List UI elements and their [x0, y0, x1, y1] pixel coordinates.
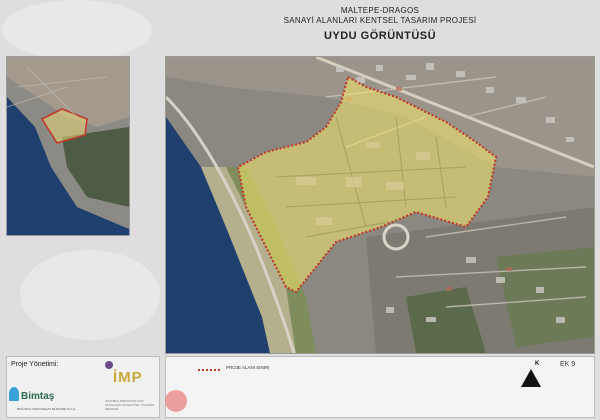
- title-project-area: MALTEPE-DRAGOS: [340, 6, 420, 15]
- imp-subtitle: İSTANBUL METROPOLİTAN PLANLAMA VE KENTSE…: [105, 399, 154, 411]
- sheet-number: EK 9: [560, 361, 576, 368]
- inset-map-image: [7, 57, 129, 235]
- boundary-legend-icon: [198, 369, 220, 371]
- satellite-image: [166, 57, 594, 353]
- main-satellite-map: [165, 56, 595, 354]
- management-label: Proje Yönetimi:: [11, 361, 59, 368]
- north-arrow-icon: [521, 369, 541, 387]
- bimtas-logo-icon: [9, 387, 19, 401]
- bimtas-logo-text: Bimtaş: [21, 391, 55, 402]
- title-project-name: SANAYİ ALANLARI KENTSEL TASARIM PROJESİ: [283, 16, 477, 25]
- title-sheet-name: UYDU GÖRÜNTÜSÜ: [323, 30, 437, 42]
- background-pattern: [2, 0, 152, 60]
- inset-map: [6, 56, 130, 236]
- legend-panel: PROJE ALANI SINIRI K EK 9: [165, 356, 595, 418]
- imp-circle-icon: [105, 361, 113, 369]
- bimtas-subtitle: BOĞAZİÇİ İMAR İNŞAAT MÜŞAVİRLİK A.Ş.: [17, 407, 77, 411]
- background-pattern: [20, 250, 160, 340]
- north-label: K: [535, 361, 540, 367]
- imp-logo-text: İMP: [113, 369, 143, 386]
- decorative-circle: [165, 390, 187, 412]
- title-block: MALTEPE-DRAGOS SANAYİ ALANLARI KENTSEL T…: [165, 6, 595, 44]
- management-panel: Proje Yönetimi: Bimtaş BOĞAZİÇİ İMAR İNŞ…: [6, 356, 160, 418]
- legend-label: PROJE ALANI SINIRI: [226, 365, 270, 370]
